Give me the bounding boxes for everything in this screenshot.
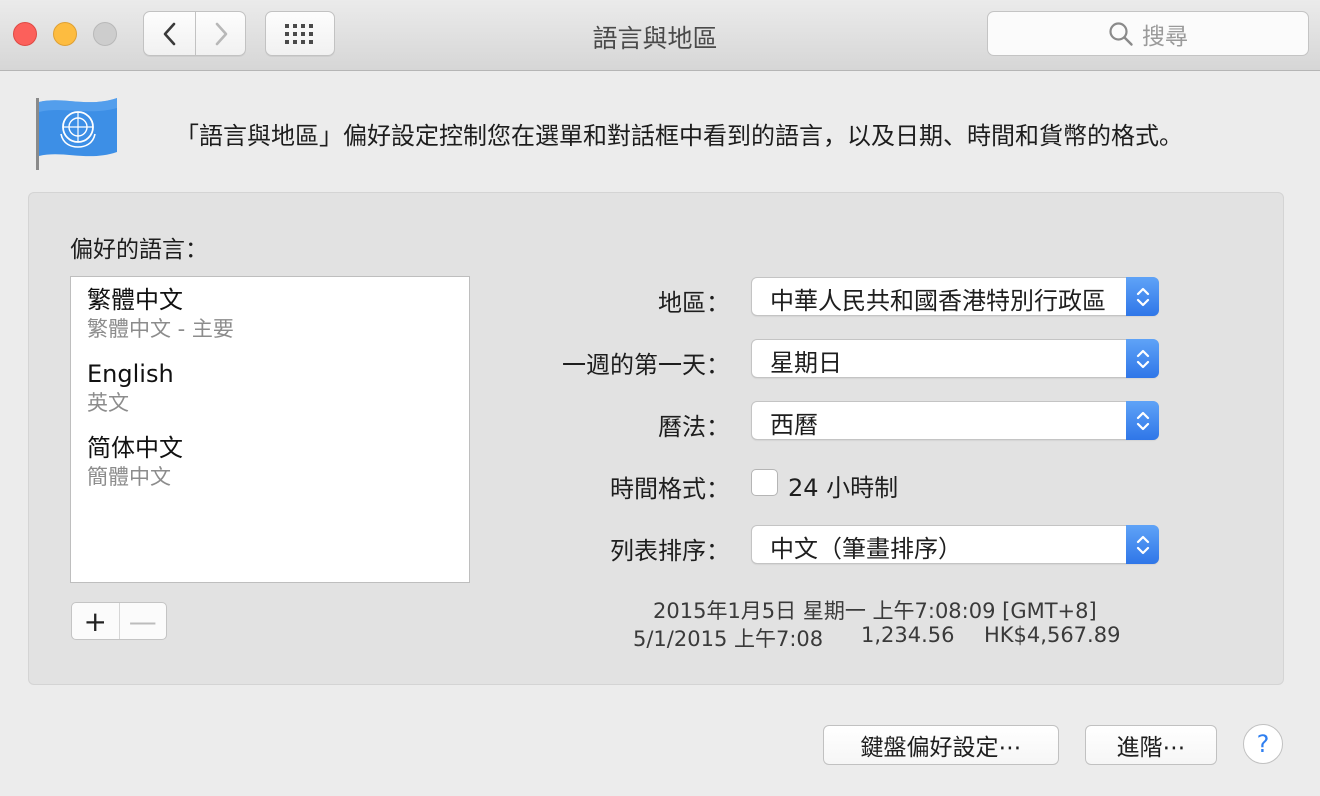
search-icon [1109,21,1133,46]
sample-short-date: 5/1/2015 上午7:08 [633,627,824,651]
un-flag-icon [36,98,117,170]
remove-language-button[interactable]: — [120,603,167,639]
first-day-value: 星期日 [770,349,842,377]
calendar-label: 曆法： [658,413,730,441]
language-subtitle: 英文 [87,391,129,415]
list-sort-label: 列表排序： [610,537,730,565]
keyboard-preferences-button[interactable]: 鍵盤偏好設定⋯ [823,725,1059,765]
search-field[interactable]: 搜尋 [987,11,1309,56]
updown-arrows-icon [1126,277,1159,316]
region-label: 地區： [658,289,730,317]
calendar-value: 西曆 [770,411,818,439]
pane-description: 「語言與地區」偏好設定控制您在選單和對話框中看到的語言，以及日期、時間和貨幣的格… [175,122,1183,150]
advanced-button[interactable]: 進階⋯ [1085,725,1217,765]
24-hour-label[interactable]: 24 小時制 [788,468,898,503]
first-day-label: 一週的第一天： [562,351,730,379]
add-remove-control: + — [71,602,167,640]
language-name: 简体中文 [87,434,183,462]
sample-long-date: 2015年1月5日 星期一 上午7:08:09 [GMT+8] [653,599,1097,623]
add-language-button[interactable]: + [72,603,120,639]
updown-arrows-icon [1126,339,1159,378]
updown-arrows-icon [1126,401,1159,440]
search-placeholder: 搜尋 [1142,23,1188,50]
time-format-label: 時間格式： [610,475,730,503]
list-sort-popup[interactable]: 中文（筆畫排序） [751,525,1159,564]
language-item-traditional-chinese[interactable]: 繁體中文 繁體中文 - 主要 [87,285,234,343]
region-popup[interactable]: 中華人民共和國香港特別行政區 [751,277,1159,316]
language-item-simplified-chinese[interactable]: 简体中文 簡體中文 [87,433,183,491]
language-subtitle: 簡體中文 [87,465,171,489]
region-value: 中華人民共和國香港特別行政區 [770,287,1106,315]
title-bar: 語言與地區 搜尋 [0,0,1320,71]
list-sort-value: 中文（筆畫排序） [770,535,962,563]
calendar-popup[interactable]: 西曆 [751,401,1159,440]
language-item-english[interactable]: English 英文 [87,359,174,417]
language-name: English [87,360,174,388]
sample-number: 1,234.56 [861,623,955,647]
preferred-languages-title: 偏好的語言： [70,237,208,263]
language-name: 繁體中文 [87,286,183,314]
first-day-popup[interactable]: 星期日 [751,339,1159,378]
updown-arrows-icon [1126,525,1159,564]
help-button[interactable]: ? [1243,724,1283,764]
language-subtitle: 繁體中文 - 主要 [87,317,234,341]
sample-currency: HK$4,567.89 [984,623,1121,647]
preferred-languages-list[interactable]: 繁體中文 繁體中文 - 主要 English 英文 简体中文 簡體中文 [70,276,470,583]
24-hour-checkbox[interactable] [751,469,778,496]
